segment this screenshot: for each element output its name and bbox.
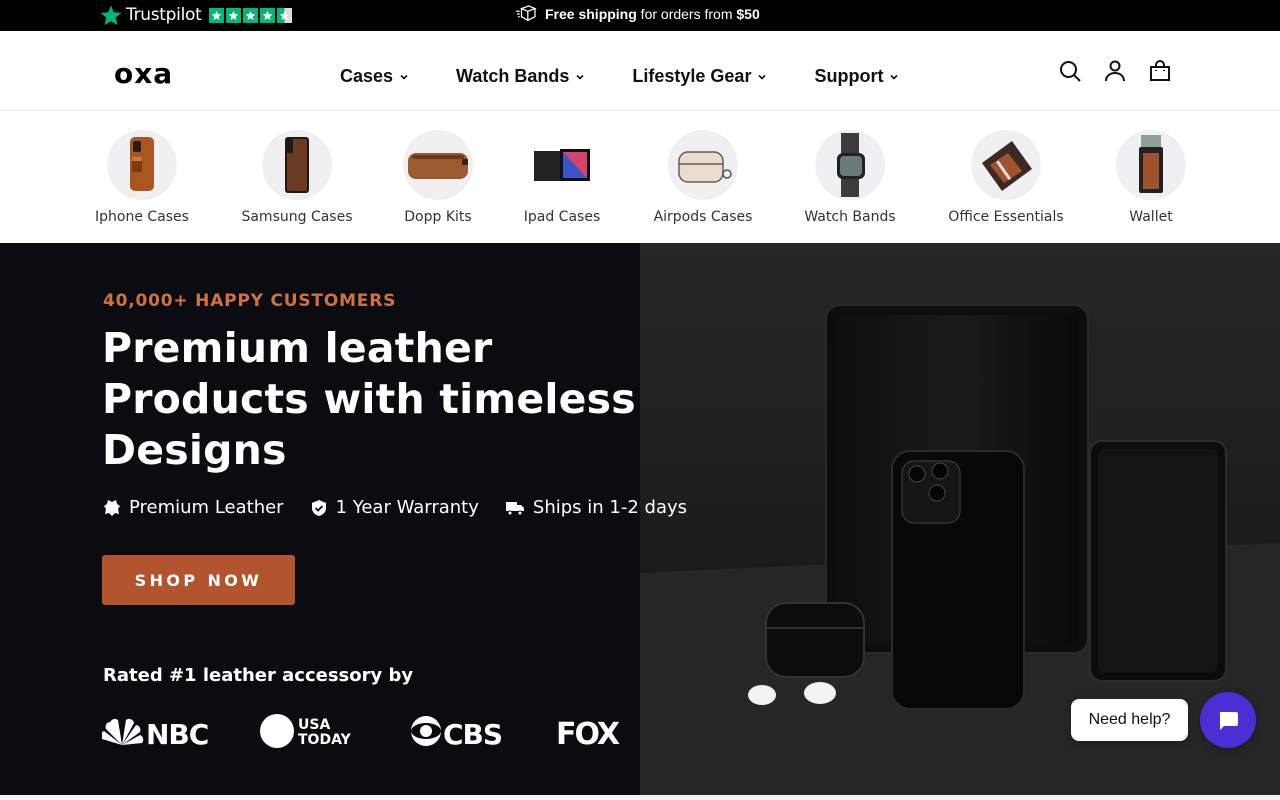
- category-image: [1116, 130, 1186, 200]
- page-divider: [0, 795, 1280, 800]
- feature-warranty: 1 Year Warranty: [310, 497, 479, 518]
- star-icon: [260, 7, 276, 23]
- press-logos: NBC USA TODAY CBS FOX: [100, 713, 622, 754]
- chat-launcher-button[interactable]: [1200, 692, 1256, 748]
- logo[interactable]: oxa: [114, 57, 173, 90]
- main-nav: Cases Watch Bands Lifestyle Gear Support: [340, 66, 946, 87]
- svg-text:FOX: FOX: [556, 717, 620, 748]
- category-label: Office Essentials: [948, 209, 1064, 225]
- chevron-down-icon: [890, 74, 899, 80]
- svg-text:NBC: NBC: [146, 718, 208, 747]
- account-icon[interactable]: [1103, 59, 1127, 83]
- trustpilot-star-icon: [100, 5, 122, 26]
- feature-premium-leather: Premium Leather: [103, 497, 284, 518]
- category-image: [815, 130, 885, 200]
- shipping-amount: $50: [736, 6, 760, 22]
- nav-item-lifestyle-gear[interactable]: Lifestyle Gear: [632, 66, 767, 87]
- nav-item-cases[interactable]: Cases: [340, 66, 409, 87]
- rated-text: Rated #1 leather accessory by: [103, 665, 414, 686]
- star-icon: [226, 7, 242, 23]
- category-label: Samsung Cases: [241, 209, 353, 225]
- category-airpods-cases[interactable]: Airpods Cases: [648, 130, 758, 225]
- package-icon: [516, 5, 537, 22]
- chevron-down-icon: [576, 74, 584, 80]
- category-label: Airpods Cases: [653, 209, 753, 225]
- nav-label: Support: [814, 66, 884, 86]
- hero-features: Premium Leather 1 Year Warranty Ships in…: [103, 497, 687, 518]
- category-image: [668, 130, 738, 200]
- star-icon: [243, 7, 259, 23]
- leather-icon: [104, 499, 120, 516]
- category-image: [107, 130, 177, 200]
- announcement-bar: Trustpilot Free shipping for orders from…: [0, 0, 1280, 31]
- nav-item-support[interactable]: Support: [814, 66, 899, 87]
- nav-item-watch-bands[interactable]: Watch Bands: [456, 66, 585, 87]
- shipping-middle: for orders from: [636, 6, 737, 22]
- category-iphone-cases[interactable]: Iphone Cases: [92, 130, 192, 225]
- category-samsung-cases[interactable]: Samsung Cases: [238, 130, 356, 225]
- category-label: Dopp Kits: [404, 209, 472, 225]
- feature-shipping: Ships in 1-2 days: [505, 497, 687, 518]
- category-watch-bands[interactable]: Watch Bands: [800, 130, 900, 225]
- category-image: [527, 130, 597, 200]
- site-header: oxa Cases Watch Bands Lifestyle Gear Sup…: [0, 31, 1280, 111]
- category-strip: Iphone Cases Samsung Cases Dopp Kits Ipa…: [0, 112, 1280, 243]
- category-image: [262, 130, 332, 200]
- hero-headline: Premium leather Products with timeless D…: [102, 324, 636, 474]
- shop-now-button[interactable]: SHOP NOW: [102, 555, 295, 605]
- feature-label: 1 Year Warranty: [335, 497, 479, 518]
- chevron-down-icon: [400, 74, 408, 80]
- category-label: Wallet: [1129, 209, 1173, 225]
- category-office-essentials[interactable]: Office Essentials: [940, 130, 1072, 225]
- usa-today-logo: USA TODAY: [260, 713, 356, 754]
- rating-stars: [209, 7, 293, 23]
- feature-label: Ships in 1-2 days: [532, 497, 688, 518]
- chat-prompt-bubble[interactable]: Need help?: [1071, 699, 1188, 741]
- half-star-icon: [277, 7, 293, 23]
- nav-label: Cases: [340, 66, 394, 86]
- category-image: [971, 130, 1041, 200]
- free-shipping-notice: Free shipping for orders from $50: [515, 5, 760, 23]
- category-label: Ipad Cases: [523, 209, 601, 225]
- header-actions: [1058, 59, 1172, 83]
- category-ipad-cases[interactable]: Ipad Cases: [520, 130, 604, 225]
- star-icon: [209, 7, 225, 23]
- truck-icon: [505, 501, 524, 515]
- category-dopp-kits[interactable]: Dopp Kits: [398, 130, 478, 225]
- hero-eyebrow: 40,000+ HAPPY CUSTOMERS: [103, 291, 397, 311]
- trustpilot-label: Trustpilot: [126, 5, 202, 25]
- svg-text:USA: USA: [298, 717, 330, 733]
- shield-check-icon: [311, 499, 326, 516]
- category-wallet[interactable]: Wallet: [1110, 130, 1192, 225]
- svg-text:TODAY: TODAY: [298, 732, 352, 748]
- chat-icon: [1219, 712, 1238, 730]
- feature-label: Premium Leather: [129, 497, 284, 518]
- cart-icon[interactable]: [1148, 59, 1172, 83]
- category-label: Iphone Cases: [95, 209, 189, 225]
- category-image: [403, 130, 473, 200]
- svg-text:CBS: CBS: [443, 718, 502, 748]
- nav-label: Lifestyle Gear: [632, 66, 752, 86]
- nav-label: Watch Bands: [456, 66, 570, 86]
- category-label: Watch Bands: [804, 209, 896, 225]
- nbc-logo: NBC: [100, 715, 209, 752]
- search-icon[interactable]: [1058, 59, 1082, 83]
- chevron-down-icon: [758, 74, 767, 80]
- fox-logo: FOX: [556, 714, 622, 753]
- trustpilot-rating[interactable]: Trustpilot: [100, 4, 293, 26]
- shipping-prefix: Free shipping: [545, 6, 637, 22]
- cbs-logo: CBS: [410, 714, 503, 753]
